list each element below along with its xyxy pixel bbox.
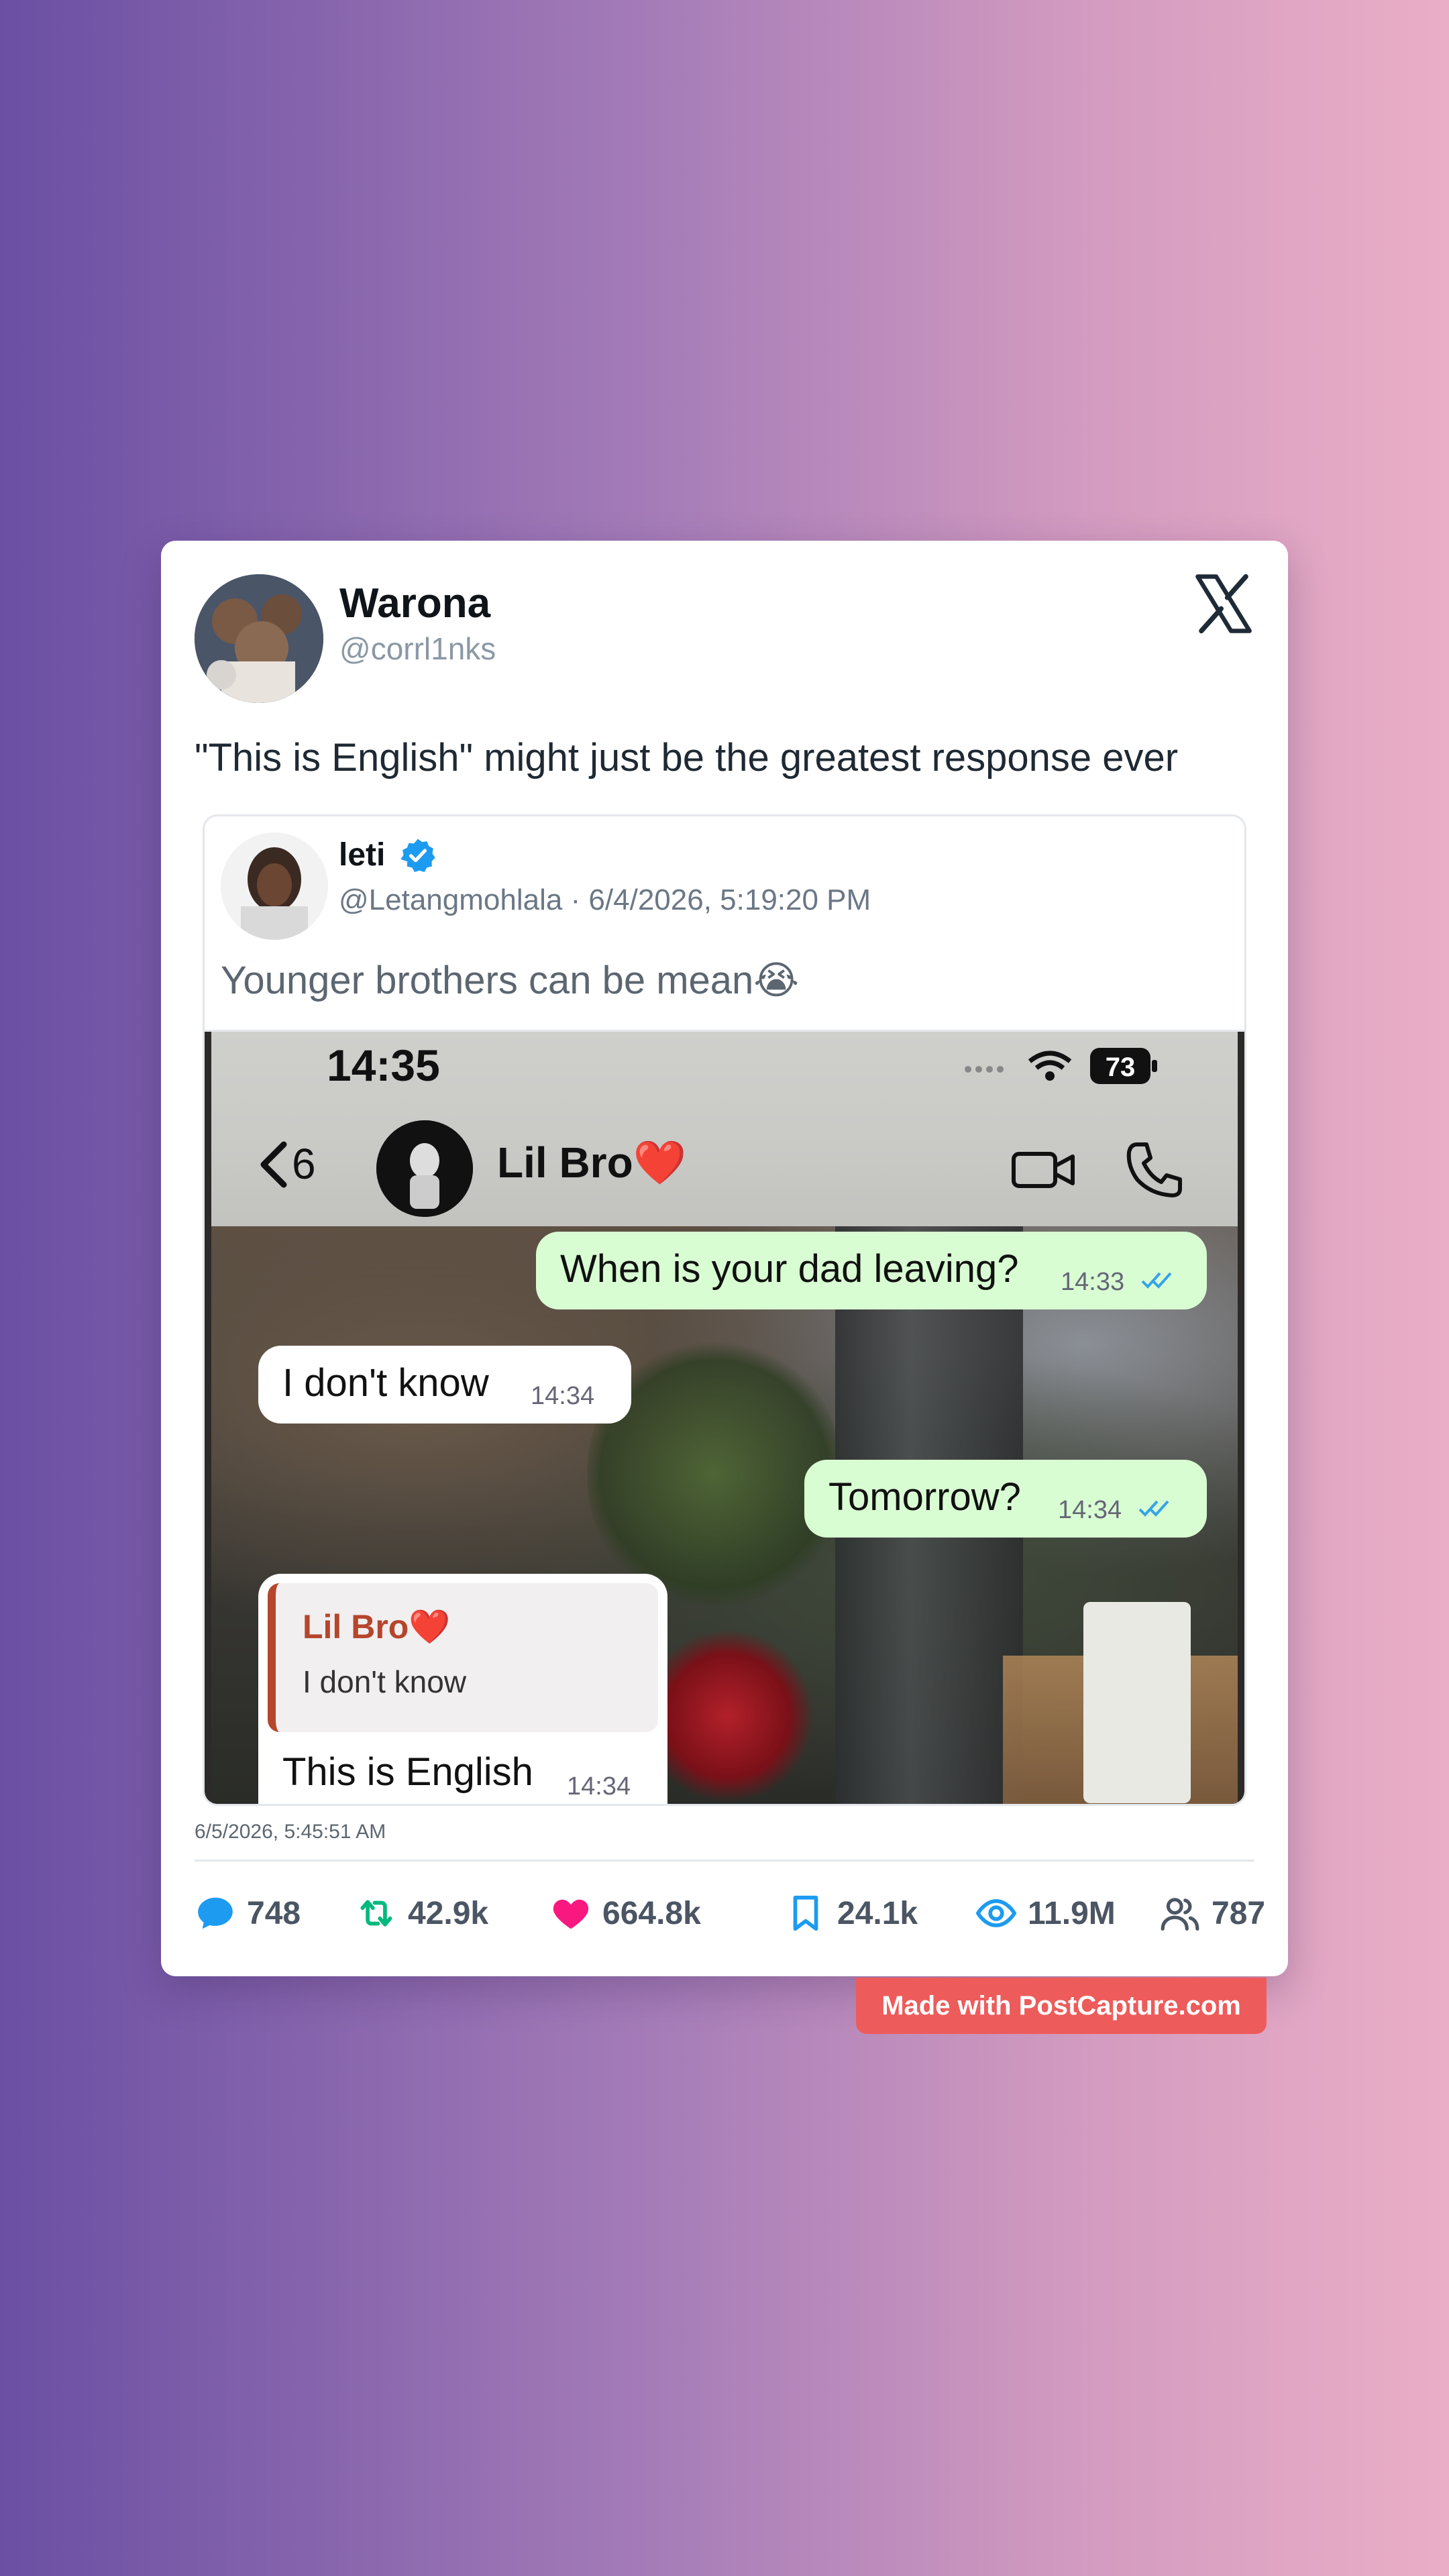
repost-icon (360, 1900, 392, 1927)
message-time: 14:34 (567, 1772, 631, 1801)
likes-stat[interactable]: 664.8k (550, 1886, 701, 1940)
reply-author: Lil Bro❤️ (303, 1608, 451, 1646)
divider (195, 1860, 1254, 1862)
eye-icon (975, 1899, 1017, 1927)
read-ticks-icon (1141, 1272, 1172, 1289)
chat-name: Lil Bro❤️ (497, 1138, 687, 1187)
quoted-text: Younger brothers can be mean😭 (221, 959, 800, 1002)
status-icons: 73 (965, 1048, 1157, 1084)
heart-icon (553, 1899, 589, 1929)
author-avatar[interactable] (195, 574, 323, 703)
background-pot (1083, 1602, 1191, 1803)
verified-badge-icon (400, 839, 435, 872)
post-timestamp: 6/5/2026, 5:45:51 AM (195, 1821, 386, 1843)
post-text: "This is English" might just be the grea… (195, 736, 1179, 780)
message-incoming-reply[interactable]: Lil Bro❤️ I don't know This is English 1… (258, 1574, 667, 1804)
views-stat[interactable]: 11.9M (975, 1886, 1116, 1940)
bookmarks-stat[interactable]: 24.1k (785, 1886, 918, 1940)
reposts-count: 42.9k (408, 1895, 489, 1931)
message-time: 14:33 (1061, 1268, 1125, 1296)
message-text: This is English (282, 1750, 533, 1794)
battery-level: 73 (1106, 1053, 1136, 1082)
bookmark-icon (793, 1895, 818, 1931)
replies-count: 748 (247, 1895, 301, 1931)
quoted-reply[interactable]: Lil Bro❤️ I don't know (268, 1583, 658, 1732)
quoted-media-image[interactable]: 14:35 73 6 Lil Bro❤️ When is your dad le… (205, 1030, 1244, 1804)
video-call-icon[interactable] (1010, 1146, 1077, 1193)
chat-avatar (376, 1120, 473, 1217)
message-text: Tomorrow? (828, 1475, 1021, 1519)
post-card: Warona @corrl1nks "This is English" migh… (161, 541, 1288, 1976)
message-text: I don't know (282, 1361, 489, 1405)
quoted-meta: @Letangmohlala · 6/4/2026, 5:19:20 PM (339, 883, 871, 916)
reply-bubble-icon (198, 1897, 233, 1929)
read-ticks-icon (1138, 1500, 1169, 1517)
postcapture-badge[interactable]: Made with PostCapture.com (856, 1978, 1267, 2034)
message-outgoing[interactable]: Tomorrow? 14:34 (804, 1460, 1207, 1538)
engagement-stats: 748 42.9k 664.8k 24.1k 11.9M 787 (195, 1886, 1265, 1940)
views-count: 11.9M (1028, 1895, 1116, 1931)
x-logo-icon[interactable] (1193, 573, 1254, 635)
quoted-author-avatar[interactable] (221, 833, 328, 940)
followers-stat[interactable]: 787 (1159, 1886, 1265, 1940)
status-clock: 14:35 (327, 1040, 440, 1090)
message-incoming[interactable]: I don't know 14:34 (258, 1346, 631, 1424)
followers-count: 787 (1212, 1895, 1266, 1931)
reposts-stat[interactable]: 42.9k (356, 1886, 488, 1940)
people-icon (1161, 1898, 1199, 1931)
message-text: When is your dad leaving? (560, 1247, 1019, 1291)
author-name[interactable]: Warona (339, 580, 490, 627)
replies-stat[interactable]: 748 (195, 1886, 301, 1940)
quoted-author-name[interactable]: leti (339, 837, 385, 873)
chat-header: 14:35 73 6 Lil Bro❤️ (211, 1032, 1238, 1226)
likes-count: 664.8k (602, 1895, 701, 1931)
phone-call-icon[interactable] (1124, 1139, 1184, 1199)
message-time: 14:34 (1058, 1496, 1122, 1524)
author-handle[interactable]: @corrl1nks (339, 631, 496, 667)
message-time: 14:34 (531, 1382, 595, 1410)
bookmarks-count: 24.1k (837, 1895, 918, 1931)
message-outgoing[interactable]: When is your dad leaving? 14:33 (536, 1232, 1207, 1309)
back-count: 6 (292, 1140, 316, 1188)
reply-text: I don't know (303, 1664, 467, 1699)
chat-body: When is your dad leaving? 14:33 I don't … (211, 1226, 1238, 1804)
quoted-post[interactable]: leti @Letangmohlala · 6/4/2026, 5:19:20 … (203, 814, 1246, 1806)
